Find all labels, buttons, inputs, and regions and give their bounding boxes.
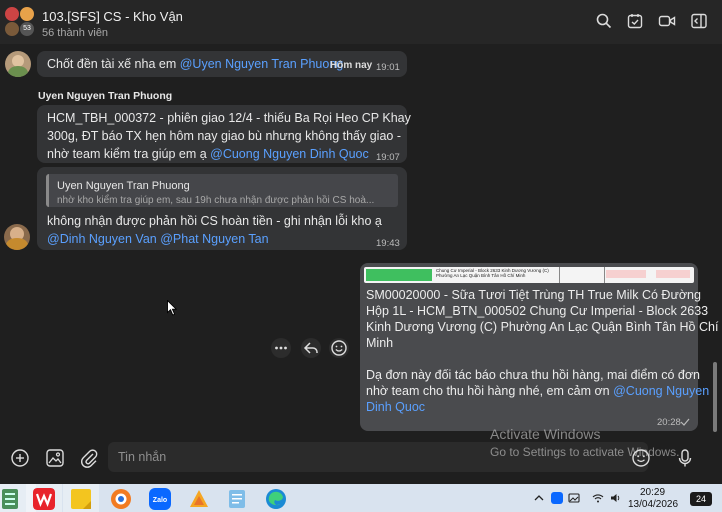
chevron-up-icon[interactable]: [533, 492, 545, 504]
group-title[interactable]: 103.[SFS] CS - Kho Vận: [42, 9, 183, 24]
message-time: 20:28: [657, 417, 681, 428]
volume-icon[interactable]: [610, 492, 622, 504]
image-cell: [606, 270, 646, 278]
member-avatar: [4, 21, 20, 37]
image-tray-icon[interactable]: [568, 492, 580, 504]
message-time: 19:01: [376, 62, 400, 73]
mention-link[interactable]: @Dinh Nguyen Van: [47, 232, 157, 246]
taskbar-clock-date[interactable]: 13/04/2026: [628, 499, 678, 510]
sender-avatar[interactable]: [4, 224, 30, 250]
message-bubble[interactable]: HCM_TBH_000372 - phiên giao 12/4 - thiếu…: [37, 105, 411, 163]
group-avatar[interactable]: 53: [4, 6, 36, 38]
member-avatar: [19, 6, 35, 22]
reply-button[interactable]: [301, 338, 321, 358]
notification-badge[interactable]: 24: [690, 492, 712, 506]
attachment-icon[interactable]: [78, 447, 100, 469]
member-avatar: [4, 6, 20, 22]
sender-avatar[interactable]: [5, 51, 31, 77]
zalo-icon[interactable]: Zalo: [149, 488, 171, 510]
emoji-icon: [331, 340, 347, 356]
message-text: HCM_TBH_000372 - phiên giao 12/4 - thiếu…: [47, 111, 411, 161]
activation-watermark-subtitle: Go to Settings to activate Windows.: [490, 445, 680, 459]
sticky-notes-icon[interactable]: [70, 488, 92, 510]
message-time: 19:43: [376, 238, 400, 249]
message-text: SM00020000 - Sữa Tươi Tiệt Trùng TH True…: [366, 288, 719, 414]
notepad-icon[interactable]: [226, 488, 248, 510]
chat-scrollbar[interactable]: [713, 362, 717, 432]
activation-watermark-title: Activate Windows: [490, 426, 601, 442]
svg-text:Zalo: Zalo: [153, 497, 167, 504]
more-options-button[interactable]: [271, 338, 291, 358]
wps-office-icon[interactable]: [33, 488, 55, 510]
search-icon[interactable]: [595, 12, 613, 30]
quoted-message[interactable]: Uyen Nguyen Tran Phuong nhờ kho kiểm tra…: [46, 174, 398, 207]
conversation-info-icon[interactable]: [690, 12, 708, 30]
task-check-icon[interactable]: [626, 12, 644, 30]
add-icon[interactable]: [9, 447, 31, 469]
message-bubble[interactable]: Chốt đền tài xế nha em @Uyen Nguyen Tran…: [37, 51, 407, 77]
mention-link[interactable]: @Phat Nguyen Tan: [157, 232, 268, 246]
message-bubble[interactable]: Uyen Nguyen Tran Phuong nhờ kho kiểm tra…: [37, 167, 407, 250]
member-count[interactable]: 56 thành viên: [42, 27, 108, 39]
image-highlight-cell: [366, 269, 432, 281]
sender-name[interactable]: Uyen Nguyen Tran Phuong: [38, 90, 172, 102]
zalo-tray-icon[interactable]: [551, 492, 563, 504]
wifi-icon[interactable]: [592, 492, 604, 504]
app-icon[interactable]: [2, 489, 18, 509]
taskbar-clock-time[interactable]: 20:29: [640, 487, 665, 498]
quote-text: nhờ kho kiểm tra giúp em, sau 19h chưa n…: [57, 195, 375, 206]
mention-link[interactable]: @Uyen Nguyen Tran Phuong: [180, 57, 343, 71]
edge-browser-icon[interactable]: [265, 488, 287, 510]
more-icon: [275, 346, 287, 350]
react-button[interactable]: [329, 338, 349, 358]
member-count-badge: 53: [19, 21, 35, 37]
mention-link[interactable]: @Cuong Nguyen: [613, 384, 709, 398]
mouse-cursor-icon: [167, 300, 177, 316]
image-text: Chung Cư Imperial - Block 2633 Kinh Dươn…: [436, 268, 549, 278]
image-cell: [656, 270, 690, 278]
mention-link[interactable]: Dinh Quoc: [366, 400, 425, 414]
attached-image[interactable]: Chung Cư Imperial - Block 2633 Kinh Dươn…: [364, 267, 694, 283]
image-icon[interactable]: [44, 447, 66, 469]
own-message-bubble[interactable]: Chung Cư Imperial - Block 2633 Kinh Dươn…: [360, 263, 718, 431]
reply-icon: [303, 342, 318, 354]
mention-link[interactable]: @Cuong Nguyen Dinh Quoc: [210, 147, 369, 161]
day-tag: Hôm nay: [330, 60, 373, 71]
browser-app-icon[interactable]: [110, 488, 132, 510]
app-launcher-icon[interactable]: [188, 488, 210, 510]
message-text: không nhận được phản hồi CS hoàn tiền - …: [47, 214, 382, 246]
message-text: Chốt đền tài xế nha em @Uyen Nguyen Tran…: [47, 57, 344, 71]
message-time: 19:07: [376, 152, 400, 163]
video-call-icon[interactable]: [658, 12, 676, 30]
sent-check-icon: [680, 418, 690, 426]
